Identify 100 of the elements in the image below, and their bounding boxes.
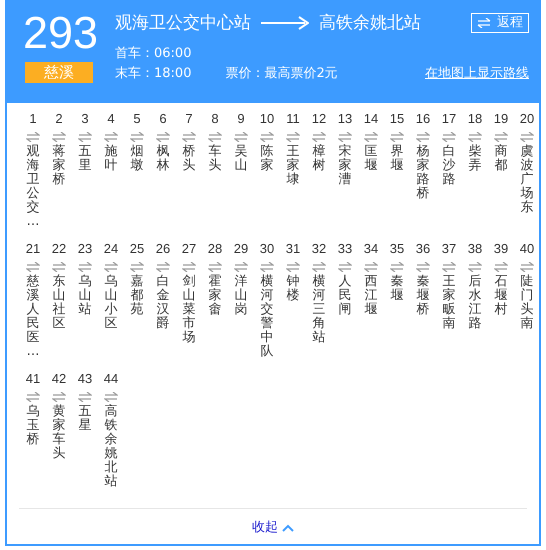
stop-name[interactable]: 剑山菜市场: [182, 275, 196, 346]
stop-name[interactable]: 后水江路: [468, 275, 482, 332]
stop-name[interactable]: 人民闸: [338, 275, 352, 318]
stop-number: 36: [416, 241, 430, 257]
stop-number: 29: [234, 241, 248, 257]
two-way-arrow-icon: [416, 262, 430, 272]
stop-name[interactable]: 钟楼: [286, 275, 300, 304]
stop-name[interactable]: 乌山小区: [104, 275, 118, 332]
two-way-arrow-icon: [520, 132, 534, 142]
stop-number: 13: [338, 111, 352, 127]
stop-name[interactable]: 王家畈南: [442, 275, 456, 332]
two-way-arrow-icon: [468, 262, 482, 272]
stop-number: 31: [286, 241, 300, 257]
two-way-arrow-icon: [390, 132, 404, 142]
two-way-arrow-icon: [260, 262, 274, 272]
stop-number: 34: [364, 241, 378, 257]
stop-number: 23: [78, 241, 92, 257]
stop-name[interactable]: 乌玉桥: [26, 405, 40, 448]
stop-name[interactable]: 秦堰桥: [416, 275, 430, 318]
stop-name[interactable]: 虞波广场东: [520, 145, 534, 216]
stop-name[interactable]: 黄家车头: [52, 405, 66, 462]
two-way-arrow-icon: [78, 132, 92, 142]
two-way-arrow-icon: [234, 262, 248, 272]
stop-name[interactable]: 杨家路桥: [416, 145, 430, 202]
two-way-arrow-icon: [26, 262, 40, 272]
stop-name[interactable]: 柴弄: [468, 145, 482, 174]
two-way-arrow-icon: [312, 132, 326, 142]
stop-number: 38: [468, 241, 482, 257]
two-way-arrow-icon: [468, 132, 482, 142]
stop-name[interactable]: 商都: [494, 145, 508, 174]
two-way-arrow-icon: [156, 132, 170, 142]
stop-name[interactable]: 王家埭: [286, 145, 300, 188]
stop-number: 15: [390, 111, 404, 127]
two-way-arrow-icon: [364, 262, 378, 272]
stop-name[interactable]: 高铁余姚北站: [104, 405, 118, 490]
stop-name[interactable]: 樟树: [312, 145, 326, 174]
two-way-arrow-icon: [104, 132, 118, 142]
two-way-arrow-icon: [130, 262, 144, 272]
two-way-arrow-icon: [156, 262, 170, 272]
stop-number: 7: [185, 111, 193, 127]
two-way-arrow-icon: [104, 392, 118, 402]
stop-number: 30: [260, 241, 274, 257]
stop-name[interactable]: 霍家畬: [208, 275, 222, 318]
stop-name[interactable]: 宋家漕: [338, 145, 352, 188]
two-way-arrow-icon: [442, 262, 456, 272]
stop-name[interactable]: 白金汉爵: [156, 275, 170, 332]
stop-name[interactable]: 界堰: [390, 145, 404, 174]
stop-name[interactable]: 嘉都苑: [130, 275, 144, 318]
two-way-arrow-icon: [520, 262, 534, 272]
stop-name[interactable]: 乌山站: [78, 275, 92, 318]
stop-name[interactable]: 石堰村: [494, 275, 508, 318]
swap-icon: [477, 18, 491, 28]
two-way-arrow-icon: [208, 132, 222, 142]
collapse-link[interactable]: 收起: [252, 518, 294, 538]
stop-name[interactable]: 烟墩: [130, 145, 144, 174]
stop-number: 11: [286, 111, 300, 127]
stop-number: 9: [237, 111, 245, 127]
two-way-arrow-icon: [442, 132, 456, 142]
first-bus-time: 首车：06:00: [115, 45, 192, 63]
stop-number: 33: [338, 241, 352, 257]
stop-name[interactable]: 秦堰: [390, 275, 404, 304]
stop-number: 14: [364, 111, 378, 127]
stop-number: 35: [390, 241, 404, 257]
stop-name[interactable]: 白沙路: [442, 145, 456, 188]
stop-name[interactable]: 横河三角站: [312, 275, 326, 346]
stop-number: 40: [520, 241, 534, 257]
stop-number: 24: [104, 241, 118, 257]
two-way-arrow-icon: [494, 262, 508, 272]
stop-name[interactable]: 蒋家桥: [52, 145, 66, 188]
stop-name[interactable]: 枫林: [156, 145, 170, 174]
route-origin: 观海卫公交中心站: [115, 12, 251, 35]
stop-name[interactable]: 五里: [78, 145, 92, 174]
area-label: 慈溪: [25, 62, 93, 83]
two-way-arrow-icon: [416, 132, 430, 142]
stop-name[interactable]: 慈溪人民医…: [26, 275, 40, 360]
fare-text: 票价：最高票价2元: [225, 65, 338, 83]
two-way-arrow-icon: [234, 132, 248, 142]
two-way-arrow-icon: [338, 262, 352, 272]
stop-name[interactable]: 西江堰: [364, 275, 378, 318]
stop-name[interactable]: 施叶: [104, 145, 118, 174]
stop-number: 27: [182, 241, 196, 257]
stop-name[interactable]: 匡堰: [364, 145, 378, 174]
stop-name[interactable]: 洋山岗: [234, 275, 248, 318]
stop-number: 28: [208, 241, 222, 257]
stop-name[interactable]: 东山社区: [52, 275, 66, 332]
stop-number: 39: [494, 241, 508, 257]
stop-number: 21: [26, 241, 40, 257]
stop-name[interactable]: 横河交警中队: [260, 275, 274, 360]
stop-number: 32: [312, 241, 326, 257]
stop-name[interactable]: 桥头: [182, 145, 196, 174]
two-way-arrow-icon: [286, 262, 300, 272]
stop-name[interactable]: 车头: [208, 145, 222, 174]
two-way-arrow-icon: [260, 132, 274, 142]
stop-name[interactable]: 陡门头南: [520, 275, 534, 332]
stop-name[interactable]: 陈家: [260, 145, 274, 174]
stop-name[interactable]: 五星: [78, 405, 92, 434]
two-way-arrow-icon: [286, 132, 300, 142]
stop-name[interactable]: 吴山: [234, 145, 248, 174]
stop-number: 44: [104, 371, 118, 387]
stop-name[interactable]: 观海卫公交…: [26, 145, 40, 230]
